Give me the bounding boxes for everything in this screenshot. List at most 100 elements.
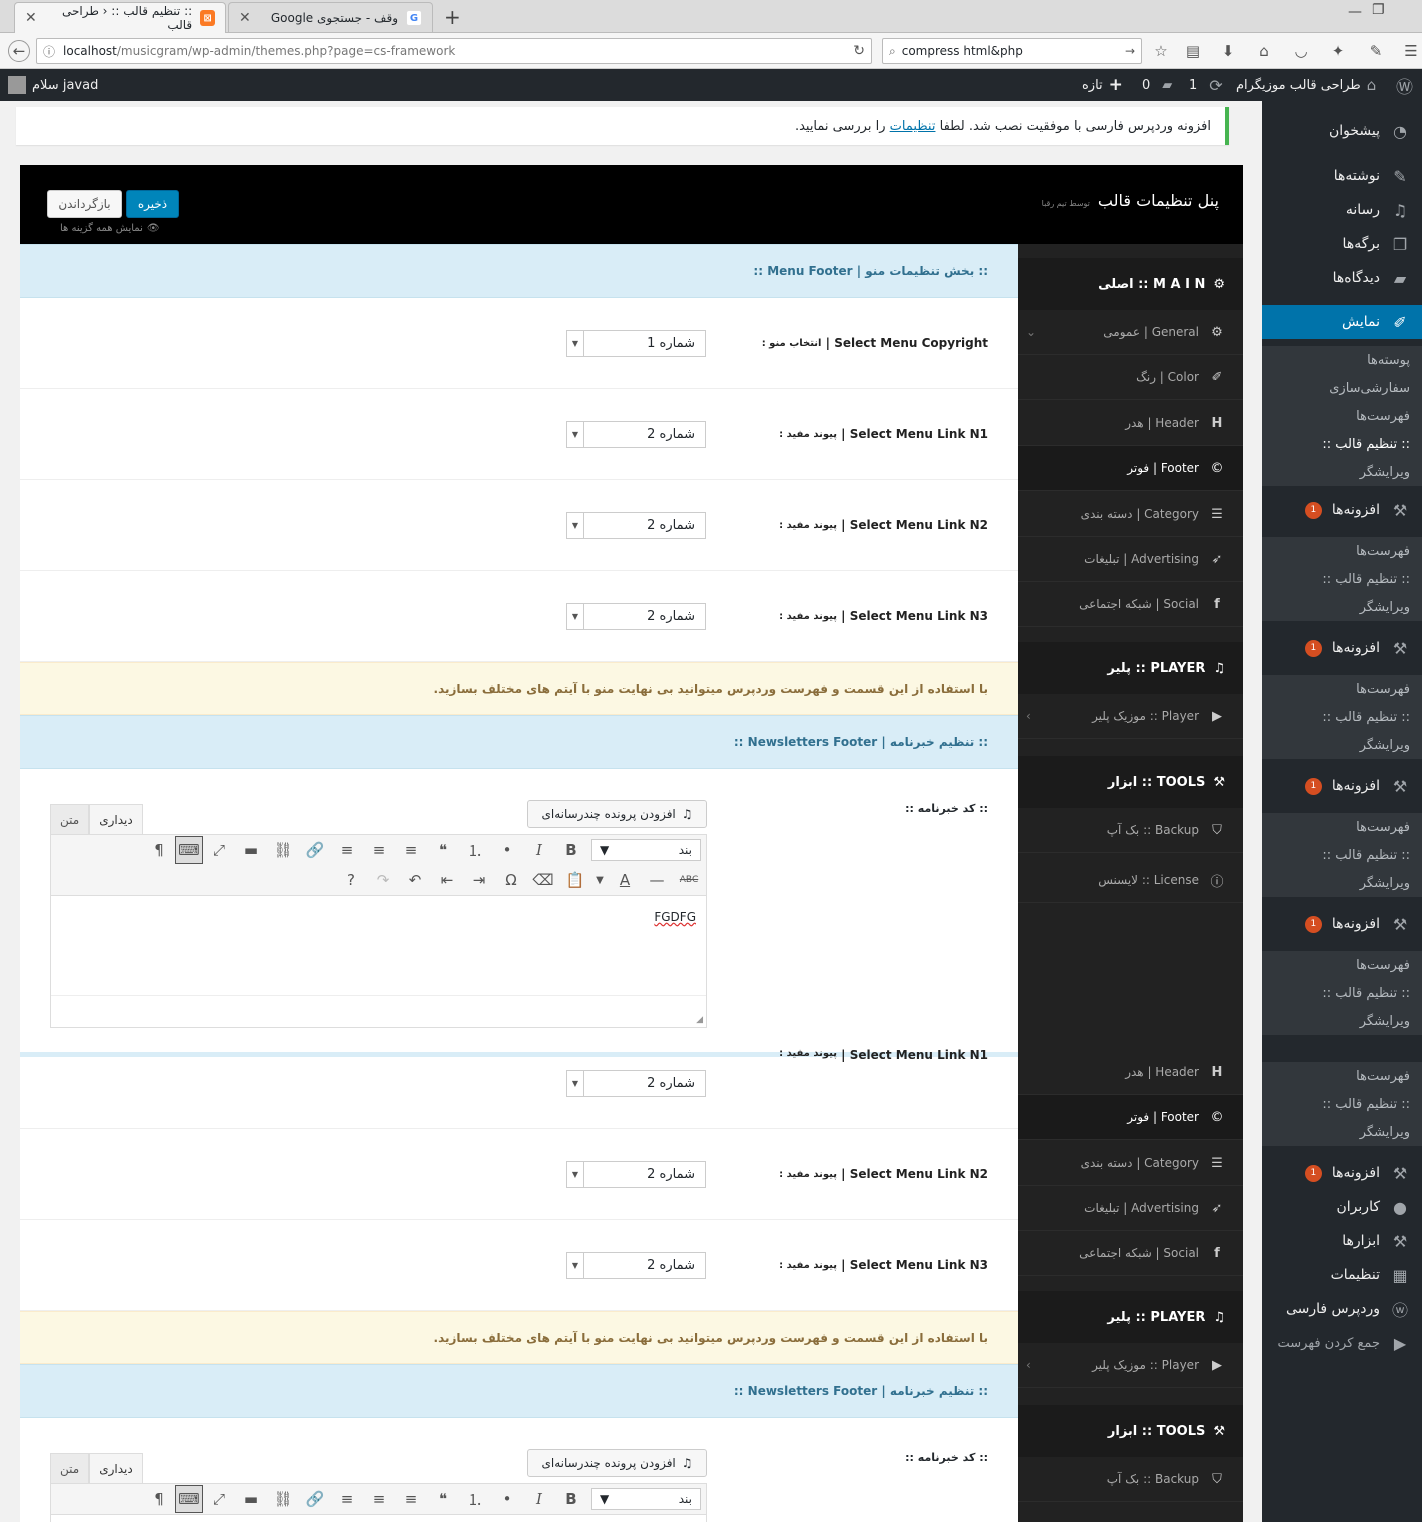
search-bar[interactable]: ⌕ compress html&php →	[882, 38, 1142, 64]
nav-item-player[interactable]: ▶ Player :: موزیک پلیر ›	[1018, 694, 1243, 739]
paste-text-icon[interactable]: 📋	[559, 866, 591, 894]
site-name[interactable]: طراحی قالب موزیگرام ⌂	[1236, 69, 1376, 101]
nav-item-header[interactable]: H Header | هدر	[1018, 1050, 1243, 1095]
comments-count[interactable]: 0 ▰	[1142, 69, 1172, 101]
my-account[interactable]: سلام javad	[8, 69, 98, 101]
bullet-list-icon[interactable]: •	[491, 836, 523, 864]
menu-plugins[interactable]: ⚒ افزونه‌ها 1	[1262, 631, 1422, 665]
link-icon[interactable]: 🔗	[299, 836, 331, 864]
save-button[interactable]: ذخیره	[126, 190, 179, 218]
align-center-icon[interactable]: ≡	[363, 836, 395, 864]
submenu-menus[interactable]: فهرست‌ها	[1262, 675, 1422, 703]
horizontal-line-icon[interactable]: —	[641, 866, 673, 894]
restore-icon[interactable]: ❐	[1372, 2, 1385, 18]
new-tab-icon[interactable]: +	[444, 5, 461, 29]
menu-pages[interactable]: ❐ برگه‌ها	[1262, 227, 1422, 261]
tab-text[interactable]: متن	[50, 804, 90, 834]
url-bar[interactable]: ⓘ localhost /musicgram/wp-admin/themes.p…	[36, 38, 872, 64]
show-all-options[interactable]: 👁 نمایش همه گزینه ها	[60, 223, 160, 234]
menu-plugins[interactable]: ⚒ افزونه‌ها 1	[1262, 769, 1422, 803]
menu-users[interactable]: ● کاربران	[1262, 1190, 1422, 1224]
editor-content[interactable]: FGDFG	[51, 896, 706, 996]
special-char-icon[interactable]: Ω	[495, 866, 527, 894]
italic-icon[interactable]: I	[523, 1485, 555, 1513]
read-more-icon[interactable]: ▬	[235, 1485, 267, 1513]
link-icon[interactable]: 🔗	[299, 1485, 331, 1513]
help-icon[interactable]: ?	[335, 866, 367, 894]
format-select[interactable]: ▼ بند	[591, 839, 701, 861]
reload-icon[interactable]: ↻	[853, 43, 865, 59]
nav-item-backup[interactable]: ⛉ Backup :: بک آپ	[1018, 808, 1243, 853]
bookmark-star-icon[interactable]: ☆	[1150, 40, 1172, 62]
reader-icon[interactable]: ▤	[1182, 40, 1204, 62]
numbered-list-icon[interactable]: ⒈	[459, 1485, 491, 1513]
paragraph-mark-icon[interactable]: ¶	[143, 836, 175, 864]
undo-icon[interactable]: ↶	[399, 866, 431, 894]
nav-item-color[interactable]: ✐ Color | رنگ	[1018, 355, 1243, 400]
align-right-icon[interactable]: ≡	[331, 836, 363, 864]
menu-posts[interactable]: ✎ نوشته‌ها	[1262, 159, 1422, 193]
minimize-icon[interactable]: —	[1348, 4, 1362, 20]
submenu-editor[interactable]: ویرایشگر	[1262, 869, 1422, 897]
fullscreen-icon[interactable]: ⤢	[203, 836, 235, 864]
italic-icon[interactable]: I	[523, 836, 555, 864]
nav-item-general[interactable]: ⚙ General | عمومی ⌄	[1018, 310, 1243, 355]
select-menu-link-n2[interactable]: شماره 2 ▼	[566, 512, 706, 539]
download-icon[interactable]: ⬇	[1217, 40, 1239, 62]
menu-dashboard[interactable]: ◔ پیشخوان	[1262, 114, 1422, 148]
resize-handle-icon[interactable]: ◢	[696, 1015, 703, 1025]
redo-icon[interactable]: ↷	[367, 866, 399, 894]
menu-plugins[interactable]: ⚒ افزونه‌ها 1	[1262, 493, 1422, 527]
read-more-icon[interactable]: ▬	[235, 836, 267, 864]
submenu-theme-settings[interactable]: :: تنظیم قالب ::	[1262, 841, 1422, 869]
menu-icon[interactable]: ☰	[1400, 40, 1422, 62]
browser-tab[interactable]: G وقف - جستجوی Google ✕	[228, 2, 433, 33]
nav-item-category[interactable]: ☰ Category | دسته بندی	[1018, 492, 1243, 537]
add-media-button[interactable]: ♫ افزودن پرونده چندرسانه‌ای	[527, 1449, 707, 1477]
browser-tab-active[interactable]: ⊠ :: تنظیم قالب :: ‹ طراحی قالب ✕	[14, 2, 226, 33]
blockquote-icon[interactable]: ❝	[427, 836, 459, 864]
tab-text[interactable]: متن	[50, 1453, 90, 1483]
nav-item-footer[interactable]: © Footer | فوتر	[1018, 446, 1243, 491]
menu-comments[interactable]: ▰ دیدگاه‌ها	[1262, 261, 1422, 295]
submenu-menus[interactable]: فهرست‌ها	[1262, 402, 1422, 430]
menu-collapse[interactable]: ▶ جمع کردن فهرست	[1262, 1326, 1422, 1360]
nav-item-category[interactable]: ☰ Category | دسته بندی	[1018, 1141, 1243, 1186]
menu-wp-farsi[interactable]: ⓦ وردپرس فارسی	[1262, 1292, 1422, 1326]
close-tab-icon[interactable]: ✕	[239, 10, 251, 26]
bold-icon[interactable]: B	[555, 1485, 587, 1513]
text-color-icon[interactable]: A	[609, 866, 641, 894]
strikethrough-icon[interactable]: ABC	[673, 866, 705, 894]
select-menu-copyright[interactable]: شماره 1 ▼	[566, 330, 706, 357]
menu-settings[interactable]: ▦ تنظیمات	[1262, 1258, 1422, 1292]
align-left-icon[interactable]: ≡	[395, 1485, 427, 1513]
unlink-icon[interactable]: ⛓	[267, 836, 299, 864]
nav-item-license[interactable]: ⓘ License :: لایسنس	[1018, 858, 1243, 903]
align-left-icon[interactable]: ≡	[395, 836, 427, 864]
submenu-theme-settings[interactable]: :: تنظیم قالب ::	[1262, 430, 1422, 458]
nav-item-header[interactable]: H Header | هدر	[1018, 401, 1243, 446]
menu-tools[interactable]: ⚒ ابزارها	[1262, 1224, 1422, 1258]
select-menu-link-n2[interactable]: شماره 2 ▼	[566, 1161, 706, 1188]
add-media-button[interactable]: ♫ افزودن پرونده چندرسانه‌ای	[527, 800, 707, 828]
nav-item-advertising[interactable]: ➶ Advertising | تبلیغات	[1018, 537, 1243, 582]
nav-item-advertising[interactable]: ➶ Advertising | تبلیغات	[1018, 1186, 1243, 1231]
submenu-editor[interactable]: ویرایشگر	[1262, 1118, 1422, 1146]
numbered-list-icon[interactable]: ⒈	[459, 836, 491, 864]
submenu-customize[interactable]: سفارشی‌سازی	[1262, 374, 1422, 402]
indent-icon[interactable]: ⇥	[463, 866, 495, 894]
submenu-theme-settings[interactable]: :: تنظیم قالب ::	[1262, 565, 1422, 593]
menu-appearance[interactable]: ✐ نمایش	[1262, 305, 1422, 339]
submenu-menus[interactable]: فهرست‌ها	[1262, 537, 1422, 565]
submenu-themes[interactable]: پوسته‌ها	[1262, 346, 1422, 374]
new-content[interactable]: تازه +	[1082, 69, 1123, 101]
keyboard-icon[interactable]: ⌨	[175, 836, 203, 864]
clear-format-icon[interactable]: ⌫	[527, 866, 559, 894]
select-menu-link-n3[interactable]: شماره 2 ▼	[566, 603, 706, 630]
submenu-editor[interactable]: ویرایشگر	[1262, 1007, 1422, 1035]
nav-item-social[interactable]: f Social | شبکه اجتماعی	[1018, 582, 1243, 627]
keyboard-icon[interactable]: ⌨	[175, 1485, 203, 1513]
select-menu-link-n3[interactable]: شماره 2 ▼	[566, 1252, 706, 1279]
blockquote-icon[interactable]: ❝	[427, 1485, 459, 1513]
notice-settings-link[interactable]: تنظیمات	[890, 119, 936, 134]
